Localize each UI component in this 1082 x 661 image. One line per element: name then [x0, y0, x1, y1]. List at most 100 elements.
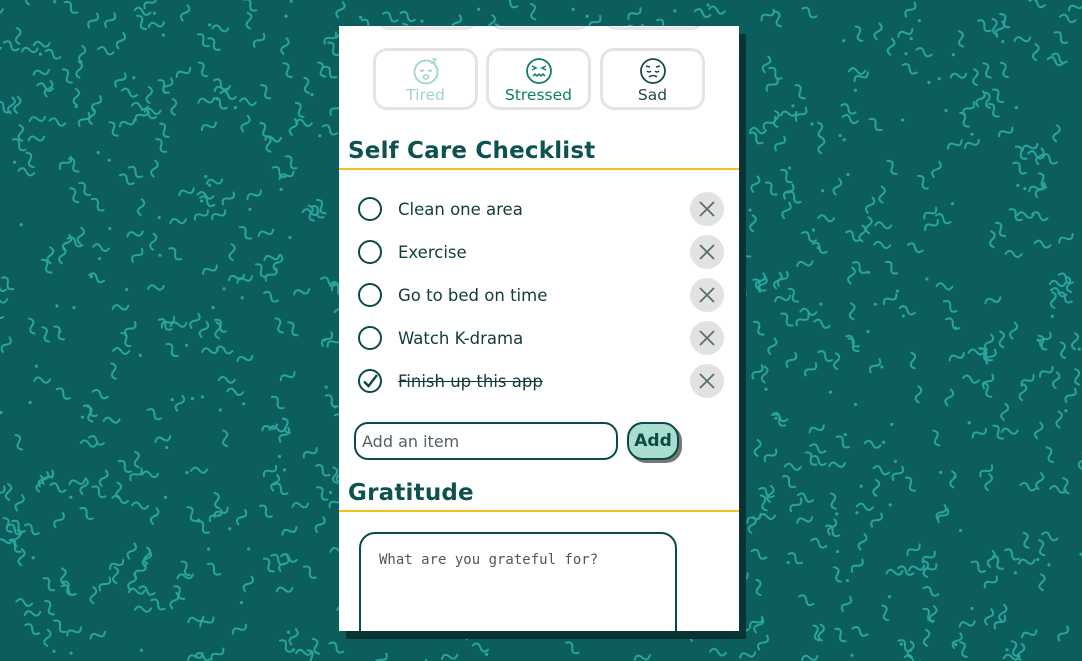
squiggle-decoration	[851, 625, 869, 637]
mood-label: Sad	[637, 86, 668, 104]
squiggle-decoration	[80, 415, 85, 419]
squiggle-decoration	[187, 615, 205, 624]
squiggle-decoration	[841, 114, 859, 125]
squiggle-decoration	[755, 578, 762, 597]
squiggle-decoration	[1031, 211, 1049, 222]
squiggle-decoration	[53, 512, 65, 529]
squiggle-decoration	[1037, 172, 1048, 189]
squiggle-decoration	[970, 606, 974, 611]
squiggle-decoration	[890, 422, 894, 426]
delete-item-button[interactable]	[690, 235, 724, 269]
squiggle-decoration	[82, 404, 98, 418]
squiggle-decoration	[959, 641, 968, 658]
checkbox[interactable]	[358, 197, 382, 221]
squiggle-decoration	[48, 117, 67, 127]
mood-button-partial[interactable]	[377, 26, 477, 30]
squiggle-decoration	[873, 22, 883, 41]
delete-item-button[interactable]	[690, 364, 724, 398]
delete-item-button[interactable]	[690, 278, 724, 312]
squiggle-decoration	[221, 191, 235, 206]
squiggle-decoration	[131, 247, 144, 263]
mood-button-sad[interactable]: Sad	[600, 48, 705, 110]
delete-item-button[interactable]	[690, 321, 724, 355]
squiggle-decoration	[706, 3, 710, 7]
squiggle-decoration	[291, 502, 310, 509]
squiggle-decoration	[834, 627, 847, 643]
squiggle-decoration	[757, 634, 770, 651]
squiggle-decoration	[1049, 291, 1057, 309]
squiggle-decoration	[1021, 629, 1038, 639]
squiggle-decoration	[471, 642, 490, 653]
add-item-input[interactable]	[354, 422, 618, 460]
squiggle-decoration	[67, 157, 80, 173]
squiggle-decoration	[1038, 573, 1046, 592]
add-item-button[interactable]: Add	[627, 422, 679, 460]
squiggle-decoration	[1077, 347, 1081, 351]
squiggle-decoration	[975, 90, 986, 108]
squiggle-decoration	[28, 115, 47, 123]
squiggle-decoration	[112, 347, 131, 355]
squiggle-decoration	[374, 652, 388, 661]
squiggle-decoration	[52, 649, 56, 653]
squiggle-decoration	[23, 523, 40, 536]
squiggle-decoration	[208, 508, 223, 523]
squiggle-decoration	[1004, 249, 1023, 258]
squiggle-decoration	[983, 333, 995, 352]
squiggle-decoration	[143, 546, 152, 565]
checkbox[interactable]	[358, 326, 382, 350]
squiggle-decoration	[147, 284, 165, 291]
squiggle-decoration	[42, 577, 56, 592]
squiggle-decoration	[0, 6, 4, 14]
squiggle-decoration	[842, 39, 846, 43]
mood-button-partial[interactable]	[604, 26, 704, 30]
squiggle-decoration	[14, 27, 22, 45]
squiggle-decoration	[1058, 233, 1074, 244]
mood-button-partial[interactable]	[490, 26, 590, 30]
gratitude-textarea[interactable]	[359, 532, 677, 631]
squiggle-decoration	[951, 53, 955, 57]
squiggle-decoration	[585, 14, 589, 18]
squiggle-decoration	[874, 221, 893, 230]
squiggle-decoration	[882, 292, 898, 306]
squiggle-decoration	[957, 30, 965, 48]
squiggle-decoration	[208, 23, 212, 27]
squiggle-decoration	[260, 84, 272, 100]
squiggle-decoration	[242, 402, 246, 406]
checklist-title: Self Care Checklist	[348, 138, 596, 164]
squiggle-decoration	[794, 84, 806, 100]
squiggle-decoration	[335, 1, 346, 19]
squiggle-decoration	[213, 506, 229, 518]
squiggle-decoration	[200, 395, 205, 399]
squiggle-decoration	[835, 512, 839, 516]
squiggle-decoration	[787, 166, 792, 170]
mood-button-stressed[interactable]: Stressed	[486, 48, 591, 110]
squiggle-decoration	[1000, 427, 1019, 435]
checkbox[interactable]	[358, 283, 382, 307]
squiggle-decoration	[476, 7, 481, 11]
squiggle-decoration	[1008, 208, 1023, 222]
squiggle-decoration	[257, 228, 275, 238]
squiggle-decoration	[774, 416, 778, 420]
squiggle-decoration	[202, 264, 218, 275]
squiggle-decoration	[97, 46, 115, 56]
squiggle-decoration	[141, 470, 160, 479]
delete-item-button[interactable]	[690, 192, 724, 226]
squiggle-decoration	[274, 317, 284, 334]
squiggle-decoration	[791, 104, 795, 108]
squiggle-decoration	[1031, 43, 1040, 62]
squiggle-decoration	[252, 32, 266, 48]
squiggle-decoration	[954, 326, 958, 330]
mood-button-tired[interactable]: Tired	[373, 48, 478, 110]
squiggle-decoration	[200, 121, 217, 131]
squiggle-decoration	[1045, 446, 1055, 464]
squiggle-decoration	[936, 507, 950, 524]
squiggle-decoration	[1028, 0, 1046, 9]
squiggle-decoration	[248, 207, 252, 211]
checkbox[interactable]	[358, 240, 382, 264]
squiggle-decoration	[200, 199, 204, 203]
checkbox-checked[interactable]	[358, 369, 382, 393]
squiggle-decoration	[118, 173, 135, 186]
squiggle-decoration	[92, 243, 110, 253]
squiggle-decoration	[760, 8, 775, 22]
squiggle-decoration	[1013, 36, 1032, 43]
